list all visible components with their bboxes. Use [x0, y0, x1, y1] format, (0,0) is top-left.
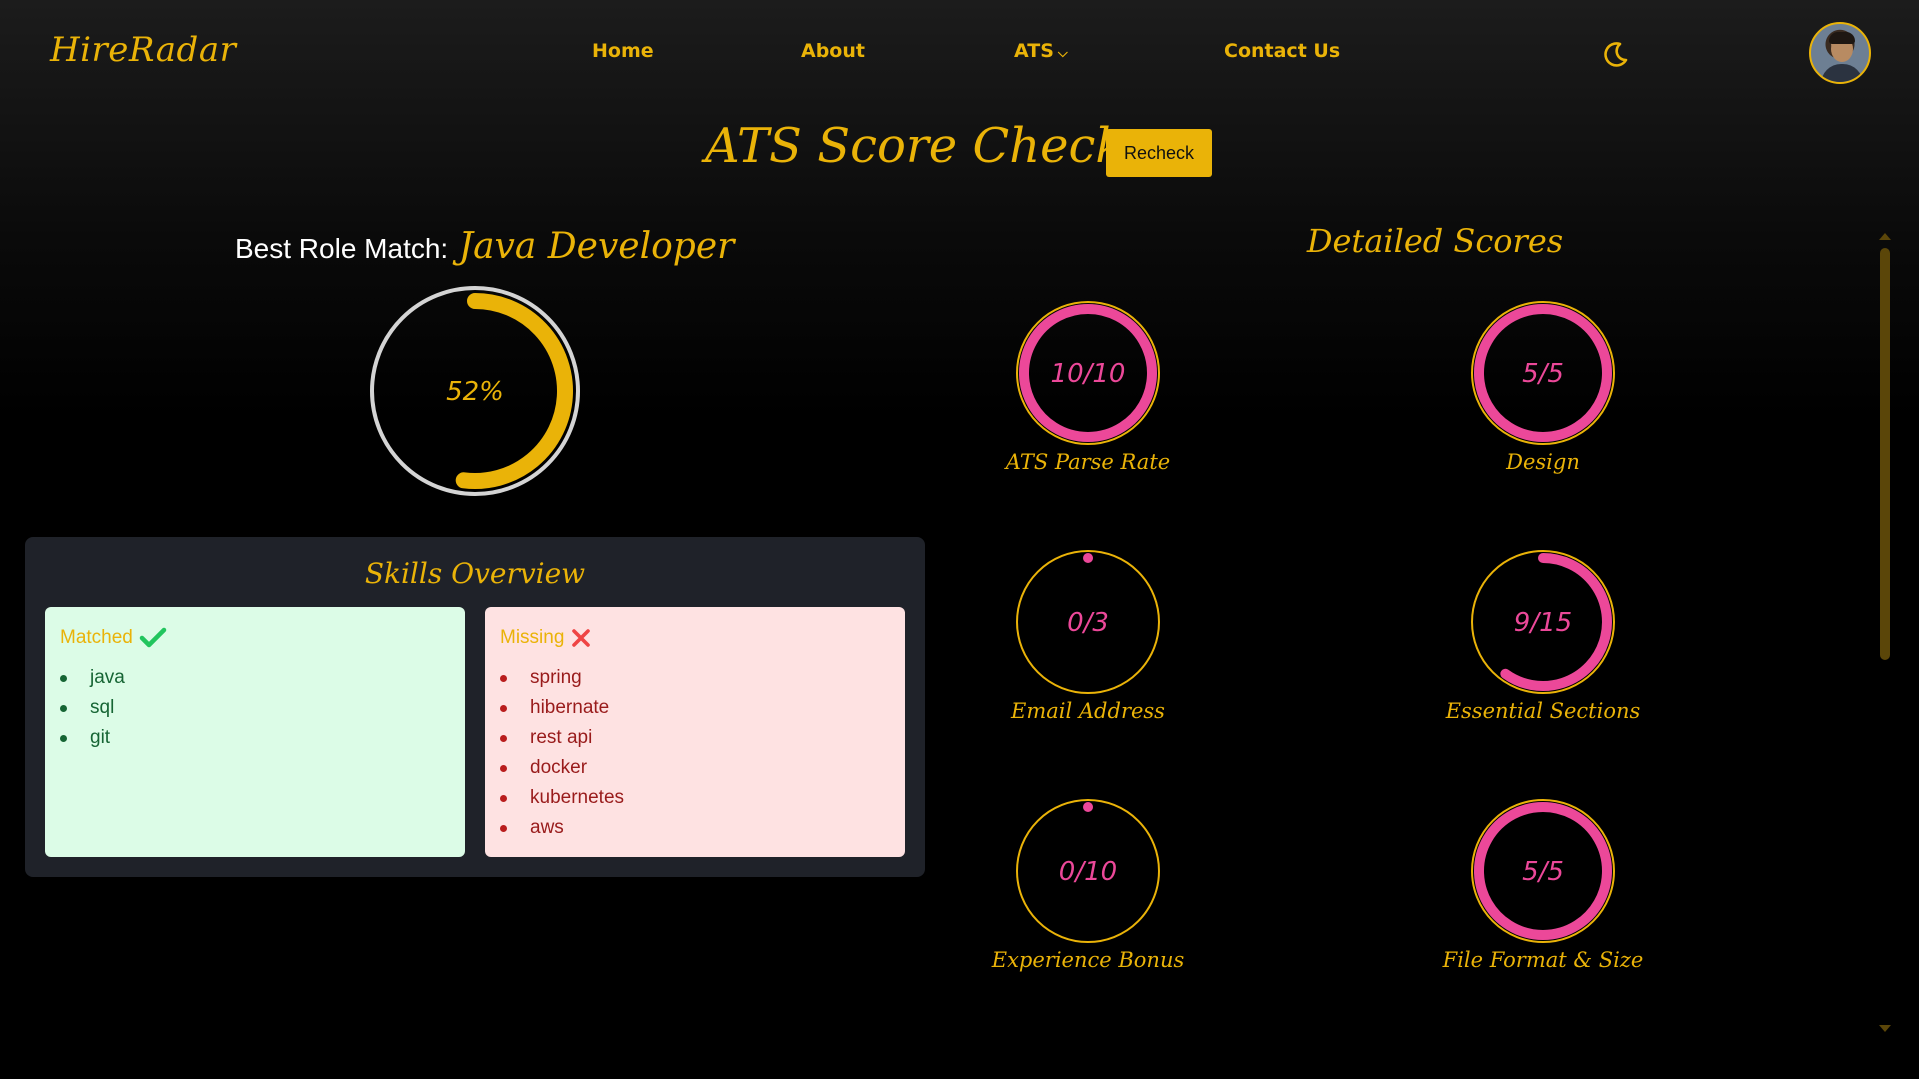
- score-label: File Format & Size: [1442, 948, 1644, 972]
- score-ring: 5/5: [1471, 301, 1615, 445]
- score-value-text: 9/15: [1514, 608, 1572, 638]
- list-item: java: [60, 663, 450, 693]
- nav-home[interactable]: Home: [592, 40, 654, 62]
- matched-skill-list: java sql git: [60, 663, 450, 753]
- list-item: rest api: [500, 723, 890, 753]
- score-value-text: 0/3: [1067, 608, 1109, 638]
- score-label: Experience Bonus: [991, 948, 1185, 972]
- missing-skill-list: spring hibernate rest api docker kubernetes a…: [500, 663, 890, 843]
- score-label: Essential Sections: [1445, 699, 1641, 723]
- missing-header: Missing: [500, 627, 890, 649]
- cross-icon: [572, 629, 591, 647]
- check-icon: [139, 627, 167, 648]
- list-item: docker: [500, 753, 890, 783]
- matched-label: Matched: [60, 627, 133, 648]
- score-ring: 0/3: [1016, 550, 1160, 694]
- score-item: 0/10 Experience Bonus: [968, 798, 1208, 972]
- scroll-up-arrow[interactable]: [1878, 231, 1892, 241]
- nav-ats-dropdown[interactable]: ATS ⌵: [1014, 40, 1068, 62]
- brand-logo[interactable]: HireRadar: [50, 30, 236, 70]
- best-role-match: Best Role Match: Java Developer: [235, 226, 734, 267]
- best-role-label: Best Role Match:: [235, 233, 449, 264]
- list-item: kubernetes: [500, 783, 890, 813]
- theme-toggle-button[interactable]: [1598, 36, 1634, 72]
- page: HireRadar Home About ATS ⌵ Contact Us ATS…: [0, 0, 1919, 1079]
- score-ring: 5/5: [1471, 799, 1615, 943]
- score-value-text: 0/10: [1059, 857, 1117, 887]
- avatar-hair: [1829, 32, 1855, 44]
- match-gauge: 52%: [370, 286, 580, 496]
- score-ring: 9/15: [1471, 550, 1615, 694]
- nav-home-label: Home: [592, 40, 654, 62]
- list-item: sql: [60, 693, 450, 723]
- best-role-value: Java Developer: [458, 226, 735, 267]
- score-value-text: 5/5: [1522, 857, 1564, 887]
- score-value-text: 10/10: [1051, 359, 1126, 389]
- nav-about[interactable]: About: [801, 40, 865, 62]
- score-item: 5/5 Design: [1423, 300, 1663, 474]
- matched-skills-box: Matched java sql git: [45, 607, 465, 857]
- list-item: hibernate: [500, 693, 890, 723]
- score-value-text: 5/5: [1522, 359, 1564, 389]
- score-label: Design: [1506, 450, 1580, 474]
- nav-contact-label: Contact Us: [1224, 40, 1341, 62]
- nav-ats-label: ATS: [1014, 40, 1054, 62]
- score-item: 0/3 Email Address: [968, 549, 1208, 723]
- matched-header: Matched: [60, 627, 450, 649]
- match-percent-text: 52%: [446, 377, 504, 407]
- avatar[interactable]: [1809, 22, 1871, 84]
- detailed-scores-title: Detailed Scores: [1306, 222, 1564, 260]
- score-label: ATS Parse Rate: [1005, 450, 1171, 474]
- chevron-down-icon: ⌵: [1057, 46, 1068, 61]
- list-item: git: [60, 723, 450, 753]
- skills-title: Skills Overview: [364, 557, 586, 590]
- skills-overview-card: Skills Overview Matched java sql git Missi…: [25, 537, 925, 877]
- score-item: 10/10 ATS Parse Rate: [968, 300, 1208, 474]
- nav-contact[interactable]: Contact Us: [1224, 40, 1340, 62]
- score-ring: 10/10: [1016, 301, 1160, 445]
- scroll-down-arrow[interactable]: [1878, 1024, 1892, 1034]
- score-ring: 0/10: [1016, 799, 1160, 943]
- missing-label: Missing: [500, 627, 565, 648]
- list-item: spring: [500, 663, 890, 693]
- missing-skills-box: Missing spring hibernate rest api docker kub…: [485, 607, 905, 857]
- avatar-body: [1821, 64, 1863, 82]
- scrollbar-thumb[interactable]: [1880, 248, 1890, 660]
- nav-about-label: About: [801, 40, 865, 62]
- score-label: Email Address: [1011, 699, 1165, 723]
- moon-icon: [1604, 42, 1628, 67]
- recheck-button[interactable]: Recheck: [1106, 129, 1212, 177]
- list-item: aws: [500, 813, 890, 843]
- score-item: 5/5 File Format & Size: [1423, 798, 1663, 972]
- score-item: 9/15 Essential Sections: [1423, 549, 1663, 723]
